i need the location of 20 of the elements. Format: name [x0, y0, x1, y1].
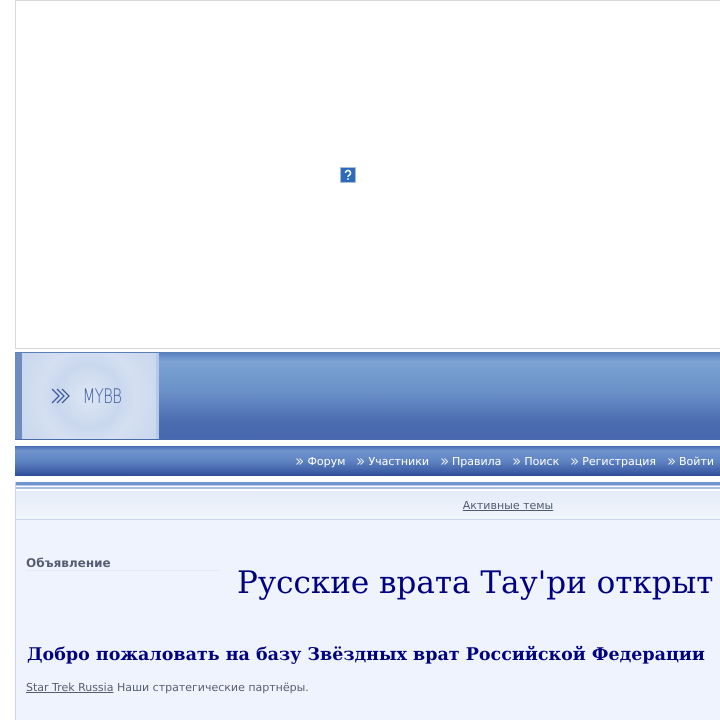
nav-link[interactable]: Войти: [668, 454, 714, 468]
double-chevron-icon: [296, 458, 304, 464]
double-chevron-icon: [441, 458, 448, 464]
partners-text: Star Trek Russia Наши стратегические партнёры.: [26, 681, 310, 694]
double-chevron-icon: [357, 458, 364, 464]
double-chevron-icon: [571, 458, 578, 464]
nav-link[interactable]: Поиск: [513, 454, 560, 468]
logo[interactable]: MYBB: [15, 353, 159, 439]
nav-link[interactable]: Форум: [296, 454, 346, 468]
announcement-label: Объявление: [26, 556, 221, 571]
double-chevron-icon: [668, 458, 676, 464]
double-chevron-icon: [513, 458, 520, 464]
active-topics-link[interactable]: Активные темы: [462, 498, 554, 512]
welcome-heading: Добро пожаловать на базу Звёздных врат Российской Федерации: [27, 645, 706, 665]
logo-text: MYBB: [82, 384, 121, 408]
nav-link[interactable]: Регистрация: [571, 454, 656, 468]
nav-link[interactable]: Участники: [357, 454, 429, 468]
announcement-title: Русские врата Тау'ри открыт: [237, 565, 714, 601]
partner-link[interactable]: Star Trek Russia: [26, 681, 114, 694]
nav-link[interactable]: Правила: [441, 454, 502, 468]
